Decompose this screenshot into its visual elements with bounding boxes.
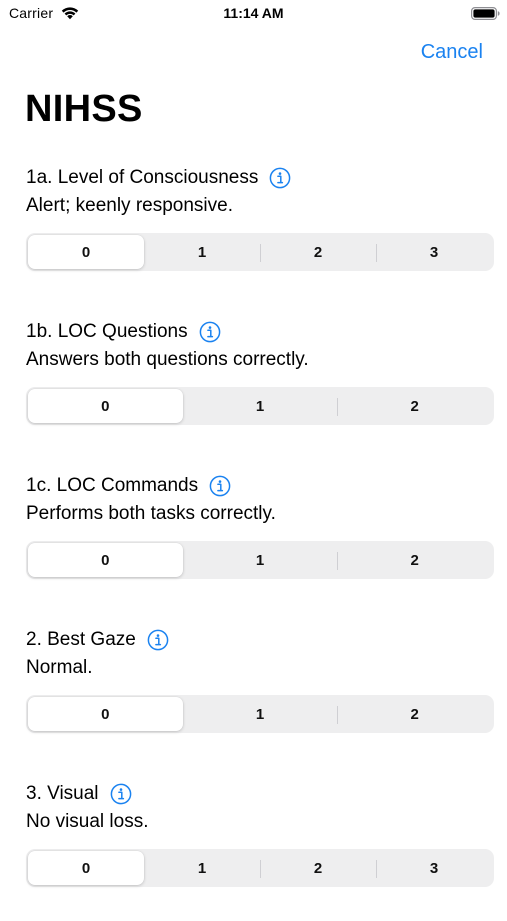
info-icon[interactable] [199,321,221,343]
score-option-label: 3 [429,243,439,261]
section-description: Answers both questions correctly. [26,349,309,370]
segment-divider [337,706,339,724]
section-title: 1b. LOC Questions [26,321,188,342]
score-option-label: 0 [101,705,110,723]
score-option-label: 0 [81,243,91,261]
segment-divider [260,244,261,262]
score-option[interactable]: 3 [376,851,492,885]
section-description: Normal. [26,657,93,678]
section-description: No visual loss. [26,811,149,832]
score-option-label: 3 [429,859,439,877]
section-header: 1a. Level of Consciousness [26,165,291,191]
score-option-label: 1 [255,705,265,723]
score-option[interactable]: 0 [28,697,183,731]
section-description: Performs both tasks correctly. [26,503,276,524]
score-option[interactable]: 2 [337,543,492,577]
score-option[interactable]: 0 [28,389,183,423]
info-icon[interactable] [147,629,169,651]
status-bar: Carrier 11:14 AM [0,0,507,28]
score-option[interactable]: 0 [28,543,183,577]
info-icon[interactable] [269,167,291,189]
score-option[interactable]: 3 [376,235,492,269]
score-option-label: 2 [313,243,323,261]
section-header: 1c. LOC Commands [26,473,231,499]
segment-divider [376,860,377,878]
score-segmented-control: 0 1 2 [26,541,494,579]
score-option-label: 2 [410,397,419,415]
segment-divider [337,398,339,416]
score-segmented-control: 0 1 2 [26,387,494,425]
score-option[interactable]: 2 [337,697,492,731]
score-option[interactable]: 1 [183,697,338,731]
score-option[interactable]: 1 [183,543,338,577]
section-title: 3. Visual [26,783,99,804]
section-title: 1a. Level of Consciousness [26,167,259,188]
cancel-button[interactable]: Cancel [421,41,483,64]
status-time: 11:14 AM [223,5,284,21]
section-visual: 3. Visual No visual loss. 0 1 2 3 [26,781,494,921]
section-loc-questions: 1b. LOC Questions Answers both questions … [26,319,494,459]
score-option[interactable]: 1 [144,235,260,269]
score-option[interactable]: 0 [28,235,144,269]
score-option-label: 0 [81,859,91,877]
score-segmented-control: 0 1 2 3 [26,233,494,271]
section-header: 1b. LOC Questions [26,319,221,345]
score-option-label: 1 [197,243,207,261]
score-segmented-control: 0 1 2 3 [26,849,494,887]
score-option[interactable]: 0 [28,851,144,885]
score-option-label: 0 [101,397,110,415]
section-header: 2. Best Gaze [26,627,169,653]
score-option[interactable]: 2 [337,389,492,423]
score-option[interactable]: 1 [144,851,260,885]
score-option-label: 1 [255,397,265,415]
score-segmented-control: 0 1 2 [26,695,494,733]
score-option[interactable]: 1 [183,389,338,423]
score-option-label: 1 [255,551,265,569]
section-description: Alert; keenly responsive. [26,195,233,216]
score-option-label: 2 [313,859,323,877]
page-title: NIHSS [25,88,143,130]
score-option[interactable]: 2 [260,235,376,269]
section-best-gaze: 2. Best Gaze Normal. 0 1 2 [26,627,494,767]
score-option-label: 2 [410,551,419,569]
segment-divider [337,552,339,570]
battery-icon [471,7,500,20]
score-option-label: 0 [101,551,110,569]
segment-divider [260,860,261,878]
section-level-of-consciousness: 1a. Level of Consciousness Alert; keenly … [26,165,494,305]
segment-divider [376,244,377,262]
section-header: 3. Visual [26,781,132,807]
section-loc-commands: 1c. LOC Commands Performs both tasks corr… [26,473,494,613]
section-title: 1c. LOC Commands [26,475,199,496]
info-icon[interactable] [209,475,231,497]
info-icon[interactable] [110,783,132,805]
score-option-label: 2 [410,705,419,723]
score-option[interactable]: 2 [260,851,376,885]
score-option-label: 1 [197,859,207,877]
section-title: 2. Best Gaze [26,629,136,650]
